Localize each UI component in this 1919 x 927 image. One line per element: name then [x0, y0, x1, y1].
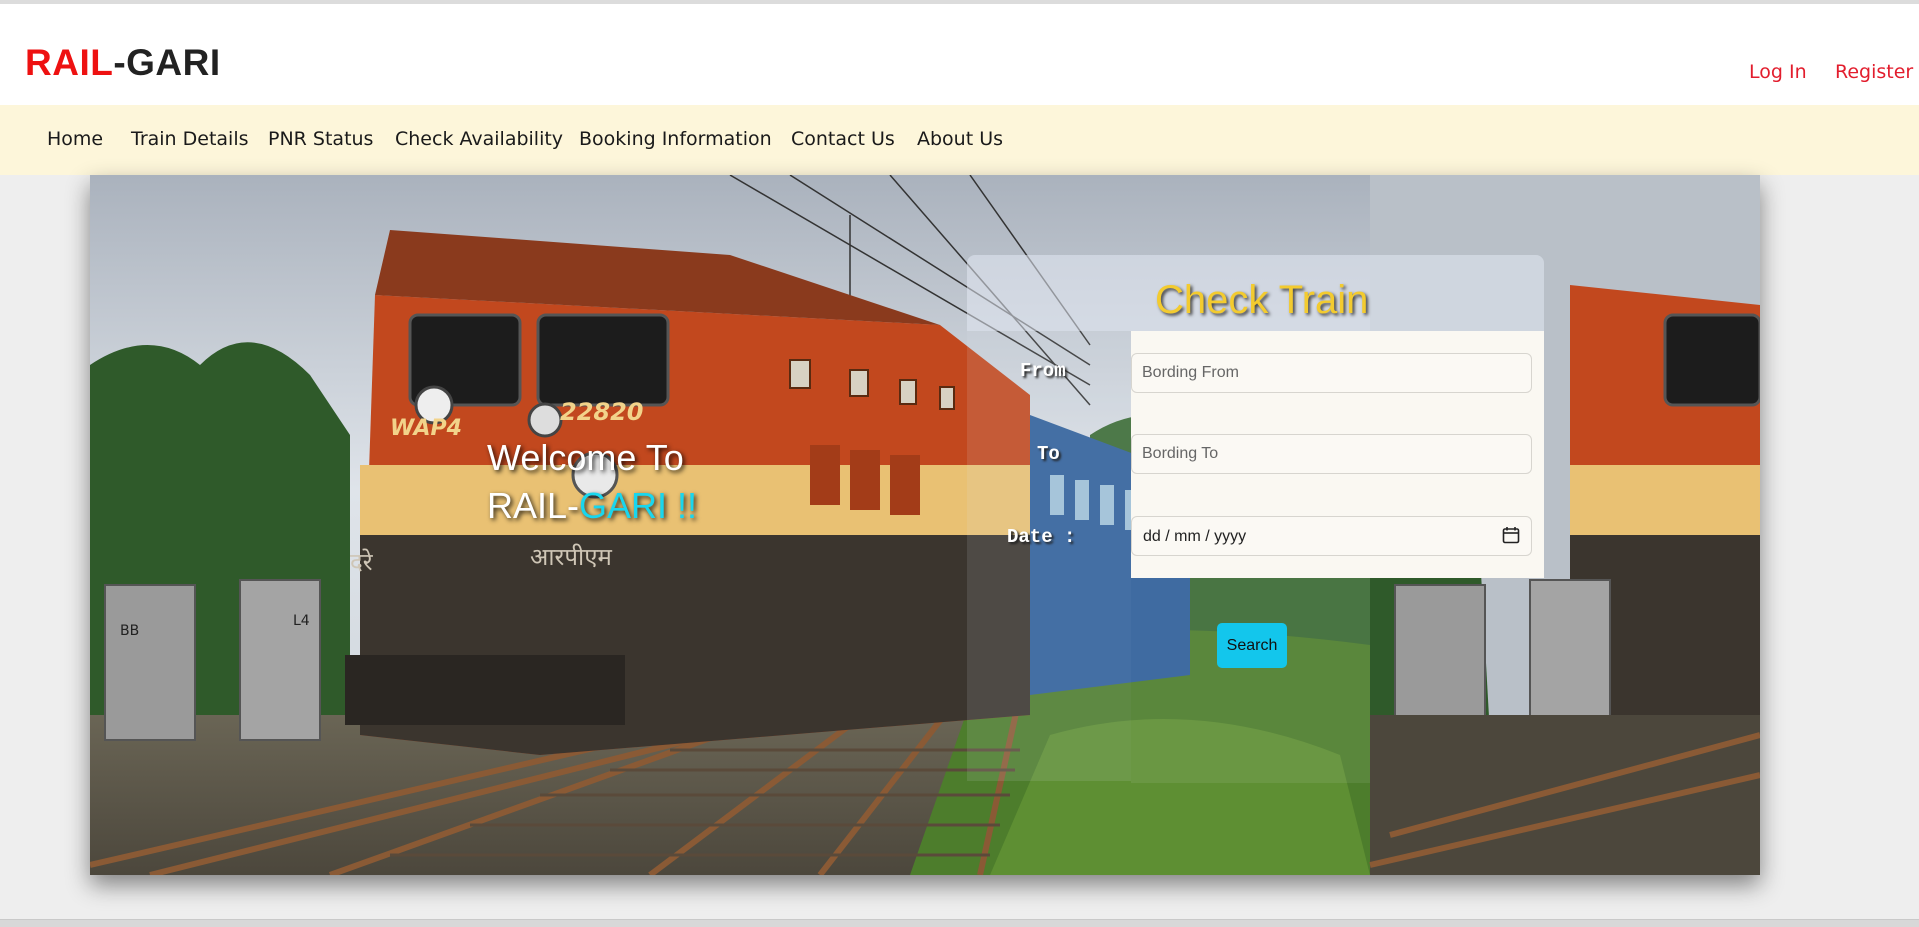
login-link[interactable]: Log In [1749, 61, 1807, 83]
nav-train-details[interactable]: Train Details [131, 128, 249, 150]
check-train-title: Check Train [1155, 278, 1369, 322]
from-label: From [1020, 360, 1066, 382]
brand-logo[interactable]: RAIL-GARI [25, 44, 221, 81]
locomotive-class: WAP4 [390, 416, 462, 441]
locomotive-devanagari-right: आरपीएम [530, 543, 612, 571]
welcome-heading: Welcome To RAIL-GARI !! [487, 434, 697, 530]
welcome-prefix: RAIL- [487, 485, 580, 526]
brand-logo-part2: -GARI [113, 42, 221, 83]
site-header: RAIL-GARI Log In Register [0, 4, 1919, 105]
hut-label-left: BB [120, 623, 139, 639]
welcome-line1: Welcome To [487, 437, 684, 478]
nav-booking-information[interactable]: Booking Information [579, 128, 772, 150]
nav-about-us[interactable]: About Us [917, 128, 1003, 150]
search-button[interactable]: Search [1217, 623, 1287, 668]
bording-from-input[interactable] [1131, 353, 1532, 393]
bording-to-input[interactable] [1131, 434, 1532, 474]
to-label: To [1037, 443, 1060, 465]
locomotive-devanagari-left: दरे [350, 548, 374, 576]
calendar-icon[interactable] [1502, 526, 1520, 544]
nav-check-availability[interactable]: Check Availability [395, 128, 563, 150]
welcome-highlight: GARI !! [579, 485, 698, 526]
locomotive-number: 22820 [560, 398, 644, 426]
main-navbar: Home Train Details PNR Status Check Avai… [0, 105, 1919, 175]
brand-logo-part1: RAIL [25, 42, 114, 83]
date-input-placeholder: dd / mm / yyyy [1143, 528, 1247, 545]
check-train-panel-label-column [967, 331, 1131, 781]
check-train-panel-lower [1131, 578, 1370, 783]
hut-label-right: L4 [293, 613, 310, 629]
date-label: Date : [1007, 526, 1076, 548]
nav-contact-us[interactable]: Contact Us [791, 128, 895, 150]
register-link[interactable]: Register [1835, 61, 1913, 83]
nav-pnr-status[interactable]: PNR Status [268, 128, 373, 150]
nav-home[interactable]: Home [47, 128, 103, 150]
